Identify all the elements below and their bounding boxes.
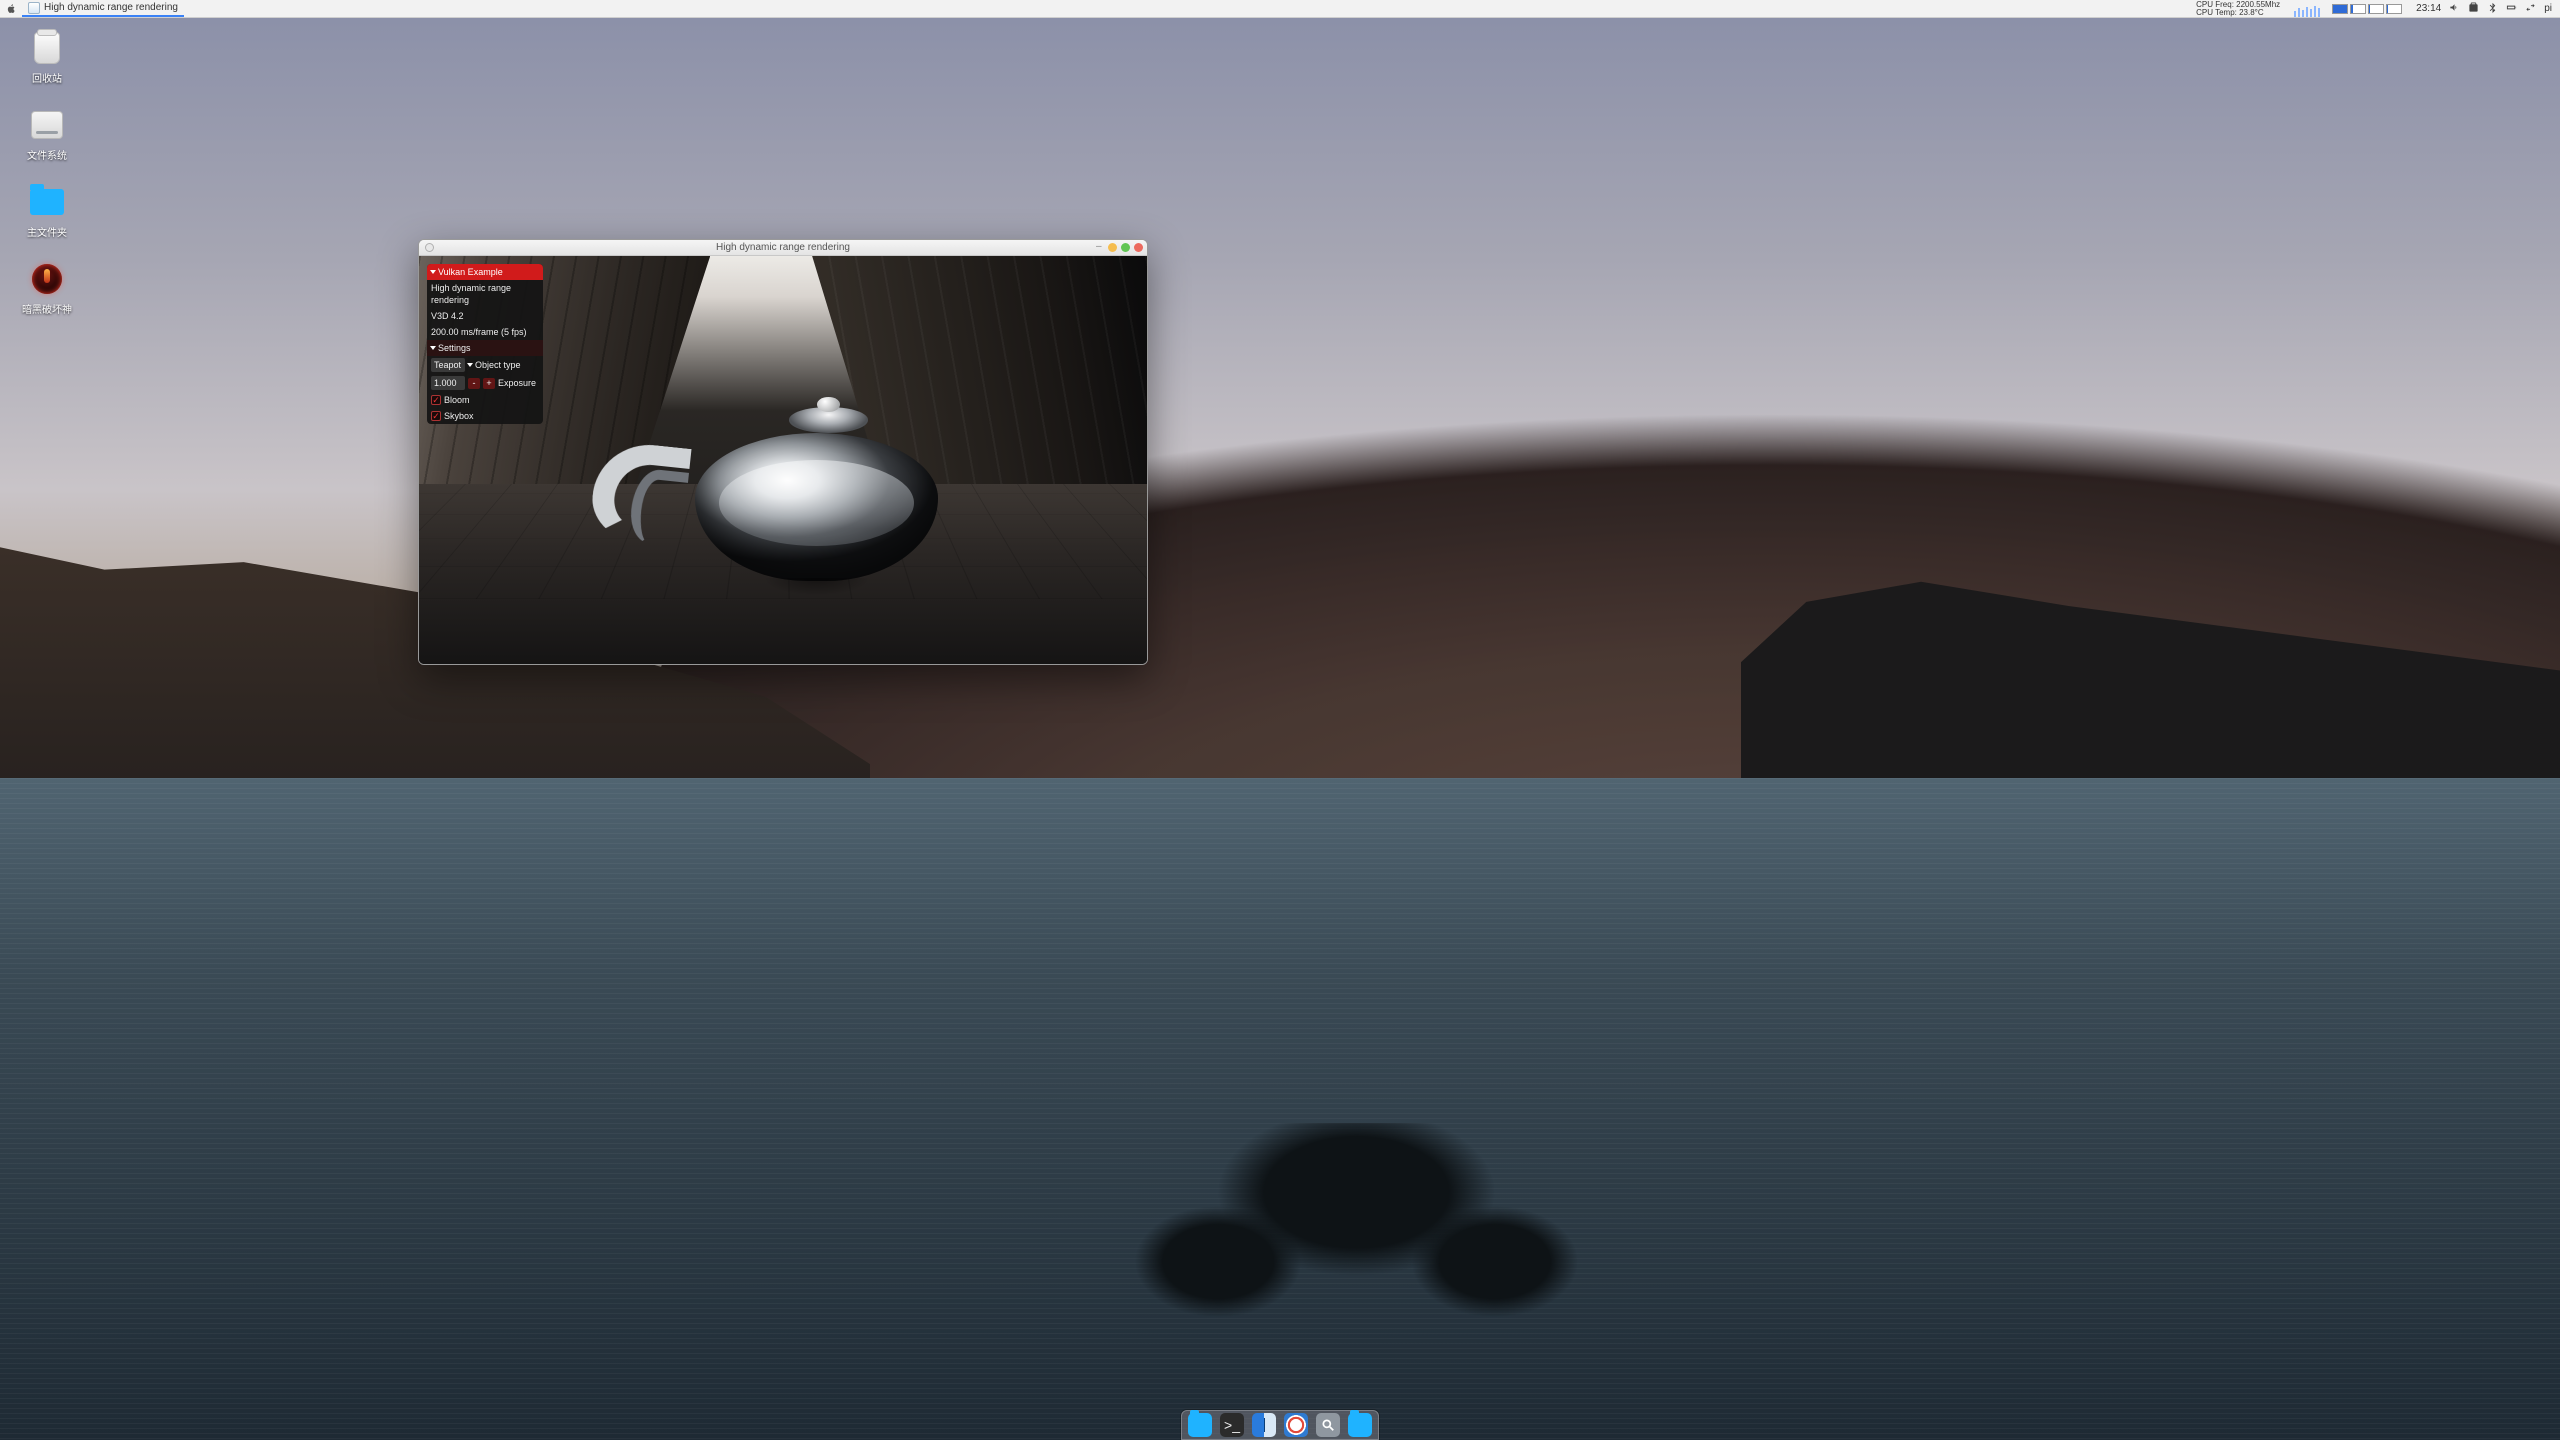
window-titlebar[interactable]: High dynamic range rendering – <box>419 240 1147 256</box>
bloom-checkbox[interactable]: ✓ <box>431 395 441 405</box>
window-icon <box>28 2 40 14</box>
network-icon[interactable] <box>2525 2 2536 16</box>
cpu-core-meters <box>2326 4 2408 14</box>
dock-search-icon[interactable] <box>1316 1413 1340 1437</box>
render-viewport[interactable]: Vulkan Example High dynamic range render… <box>419 256 1147 664</box>
trash-label: 回收站 <box>32 70 62 85</box>
object-type-label: Object type <box>475 359 521 371</box>
battery-icon[interactable] <box>2506 2 2517 16</box>
dock-safari-icon[interactable] <box>1284 1413 1308 1437</box>
dock[interactable]: >_ <box>1181 1410 1379 1440</box>
game-shortcut-icon[interactable]: 暗黑破坏神 <box>14 261 80 316</box>
exposure-row: 1.000 - + Exposure <box>427 374 543 392</box>
chevron-down-icon[interactable] <box>467 363 473 367</box>
skybox-row: ✓ Skybox <box>427 408 543 424</box>
settings-label: Settings <box>438 342 471 354</box>
traffic-light-close[interactable] <box>1134 243 1143 252</box>
filesystem-icon[interactable]: 文件系统 <box>14 107 80 162</box>
trash-icon[interactable]: 回收站 <box>14 30 80 85</box>
info-line-title: High dynamic range rendering <box>427 280 543 308</box>
menubar: High dynamic range rendering CPU Freq: 2… <box>0 0 2560 18</box>
panel-header[interactable]: Vulkan Example <box>427 264 543 280</box>
desktop-wallpaper <box>0 0 2560 1440</box>
window-title: High dynamic range rendering <box>419 242 1147 253</box>
clock-label[interactable]: 23:14 <box>2416 3 2441 14</box>
exposure-value[interactable]: 1.000 <box>431 376 465 390</box>
bluetooth-icon[interactable] <box>2487 2 2498 16</box>
filesystem-label: 文件系统 <box>27 147 67 162</box>
cpu-history-graph <box>2288 0 2326 17</box>
dock-terminal-icon[interactable]: >_ <box>1220 1413 1244 1437</box>
clipboard-icon[interactable] <box>2468 2 2479 16</box>
info-line-fps: 200.00 ms/frame (5 fps) <box>427 324 543 340</box>
home-folder-label: 主文件夹 <box>27 224 67 239</box>
home-folder-icon[interactable]: 主文件夹 <box>14 184 80 239</box>
exposure-decrement-button[interactable]: - <box>468 378 480 389</box>
dock-folder-icon[interactable] <box>1348 1413 1372 1437</box>
collapse-icon[interactable] <box>430 346 436 350</box>
system-tray: 23:14 pi <box>2408 2 2560 16</box>
traffic-light-zoom[interactable] <box>1121 243 1130 252</box>
volume-icon[interactable] <box>2449 2 2460 16</box>
app-window[interactable]: High dynamic range rendering – Vul <box>418 239 1148 665</box>
object-type-combo[interactable]: Teapot <box>431 358 465 372</box>
taskbar-app-title: High dynamic range rendering <box>44 2 178 13</box>
bloom-label: Bloom <box>444 394 470 406</box>
collapse-icon[interactable] <box>430 270 436 274</box>
dock-folder-icon[interactable] <box>1188 1413 1212 1437</box>
minimize-button[interactable]: – <box>1096 244 1104 252</box>
bloom-row: ✓ Bloom <box>427 392 543 408</box>
debug-panel[interactable]: Vulkan Example High dynamic range render… <box>427 264 543 424</box>
skybox-checkbox[interactable]: ✓ <box>431 411 441 421</box>
cpu-temp-label: CPU Temp: 23.8°C <box>2196 9 2280 17</box>
object-type-row: Teapot Object type <box>427 356 543 374</box>
cpu-stats: CPU Freq: 2200.55Mhz CPU Temp: 23.8°C <box>2196 1 2288 17</box>
traffic-light-minimize[interactable] <box>1108 243 1117 252</box>
teapot-mesh <box>608 395 1001 607</box>
apple-menu-icon[interactable] <box>0 3 22 14</box>
user-label[interactable]: pi <box>2544 3 2552 14</box>
taskbar-app-entry[interactable]: High dynamic range rendering <box>22 0 184 17</box>
desktop-icons-column: 回收站 文件系统 主文件夹 暗黑破坏神 <box>14 30 80 316</box>
exposure-label: Exposure <box>498 377 536 389</box>
settings-header[interactable]: Settings <box>427 340 543 356</box>
exposure-increment-button[interactable]: + <box>483 378 495 389</box>
skybox-label: Skybox <box>444 410 474 422</box>
info-line-version: V3D 4.2 <box>427 308 543 324</box>
dock-finder-icon[interactable] <box>1252 1413 1276 1437</box>
game-shortcut-label: 暗黑破坏神 <box>22 301 72 316</box>
panel-title: Vulkan Example <box>438 266 503 278</box>
